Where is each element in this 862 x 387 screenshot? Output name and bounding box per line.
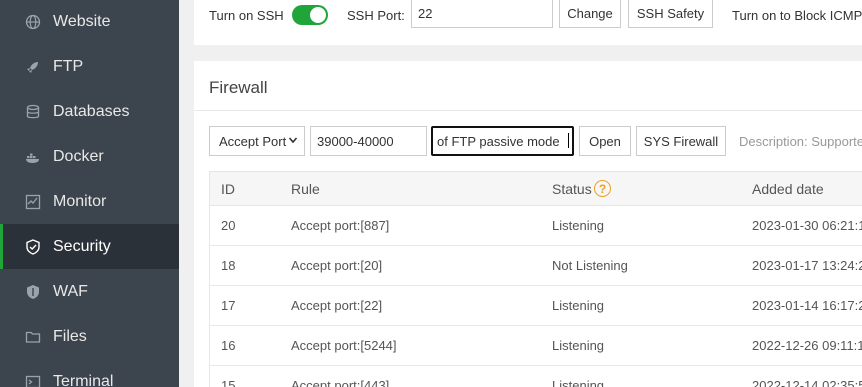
cell-rule: Accept port:[20] <box>291 258 383 273</box>
ssh-toggle[interactable] <box>292 5 328 25</box>
sys-firewall-button[interactable]: SYS Firewall <box>636 126 726 156</box>
rule-type-value: Accept Port <box>219 133 287 149</box>
waf-shield-icon <box>25 284 41 300</box>
turn-on-ssh-label: Turn on SSH <box>209 8 284 23</box>
cell-status: Not Listening <box>552 258 628 273</box>
cell-id: 18 <box>221 258 236 273</box>
header-status[interactable]: Status <box>552 181 592 197</box>
sidebar-item-label: Terminal <box>53 372 114 387</box>
sidebar-item-terminal[interactable]: Terminal <box>0 359 179 387</box>
sidebar-item-docker[interactable]: Docker <box>0 134 179 179</box>
description-text: Description: Supported <box>739 134 862 149</box>
rule-type-select[interactable]: Accept Port <box>209 126 305 156</box>
header-id[interactable]: ID <box>221 181 235 197</box>
sidebar: Website FTP Databases Docker Monitor Sec… <box>0 0 179 387</box>
docker-icon <box>25 149 41 165</box>
cell-rule: Accept port:[443] <box>291 378 390 387</box>
cell-rule: Accept port:[887] <box>291 218 390 233</box>
sidebar-item-website[interactable]: Website <box>0 0 179 44</box>
rocket-icon <box>25 59 41 75</box>
sidebar-item-ftp[interactable]: FTP <box>0 44 179 89</box>
database-icon <box>25 104 41 120</box>
terminal-icon <box>25 374 41 387</box>
remark-input[interactable]: of FTP passive mode <box>431 126 574 156</box>
cell-id: 16 <box>221 338 236 353</box>
port-input[interactable]: 39000-40000 <box>310 126 427 156</box>
cell-added: 2023-01-30 06:21:1 <box>752 218 862 233</box>
sidebar-item-monitor[interactable]: Monitor <box>0 179 179 224</box>
sidebar-item-label: Files <box>53 327 87 345</box>
chevron-down-icon <box>288 137 298 144</box>
cell-rule: Accept port:[5244] <box>291 338 397 353</box>
cell-status: Listening <box>552 218 605 233</box>
ssh-port-label: SSH Port: <box>347 8 405 23</box>
globe-icon <box>25 14 41 30</box>
table-row[interactable]: 15 Accept port:[443] Listening 2022-12-1… <box>209 366 862 387</box>
cell-added: 2023-01-17 13:24:2 <box>752 258 862 273</box>
sidebar-item-databases[interactable]: Databases <box>0 89 179 134</box>
shield-icon <box>25 238 41 255</box>
table-row[interactable]: 20 Accept port:[887] Listening 2023-01-3… <box>209 206 862 246</box>
sidebar-item-label: Docker <box>53 147 104 165</box>
table-header: ID Rule Status ? Added date <box>209 171 862 206</box>
remark-value: of FTP passive mode <box>437 133 560 149</box>
cell-added: 2022-12-26 09:11:1 <box>752 338 862 353</box>
cell-added: 2023-01-14 16:17:2 <box>752 298 862 313</box>
table-row[interactable]: 18 Accept port:[20] Not Listening 2023-0… <box>209 246 862 286</box>
help-icon[interactable]: ? <box>594 180 611 197</box>
ssh-panel: Turn on SSH SSH Port: 22 Change SSH Safe… <box>194 0 862 45</box>
sidebar-item-label: Monitor <box>53 192 107 210</box>
header-rule[interactable]: Rule <box>291 181 320 197</box>
sidebar-item-security[interactable]: Security <box>0 224 179 269</box>
table-row[interactable]: 17 Accept port:[22] Listening 2023-01-14… <box>209 286 862 326</box>
monitor-icon <box>25 194 41 210</box>
sidebar-item-files[interactable]: Files <box>0 314 179 359</box>
open-button[interactable]: Open <box>579 126 631 156</box>
firewall-panel: Firewall Accept Port 39000-40000 of FTP … <box>194 61 862 387</box>
sidebar-item-label: Databases <box>53 102 130 120</box>
table-row[interactable]: 16 Accept port:[5244] Listening 2022-12-… <box>209 326 862 366</box>
sidebar-item-label: Website <box>53 12 111 30</box>
cell-id: 20 <box>221 218 236 233</box>
ssh-safety-button[interactable]: SSH Safety <box>628 0 713 28</box>
folder-icon <box>25 329 41 345</box>
cell-rule: Accept port:[22] <box>291 298 383 313</box>
cell-status: Listening <box>552 338 605 353</box>
sidebar-item-label: WAF <box>53 282 88 300</box>
sidebar-item-label: FTP <box>53 57 84 75</box>
cell-id: 15 <box>221 378 236 387</box>
cell-status: Listening <box>552 378 605 387</box>
cell-status: Listening <box>552 298 605 313</box>
sidebar-item-waf[interactable]: WAF <box>0 269 179 314</box>
text-cursor <box>568 133 569 148</box>
header-added-date[interactable]: Added date <box>752 181 824 197</box>
divider <box>194 110 862 111</box>
block-icmp-label: Turn on to Block ICMP <box>732 8 862 23</box>
cell-id: 17 <box>221 298 236 313</box>
cell-added: 2022-12-14 02:35:5 <box>752 378 862 387</box>
sidebar-item-label: Security <box>53 237 111 255</box>
firewall-title: Firewall <box>209 78 268 97</box>
ssh-port-input[interactable]: 22 <box>411 0 553 28</box>
change-button[interactable]: Change <box>559 0 621 28</box>
